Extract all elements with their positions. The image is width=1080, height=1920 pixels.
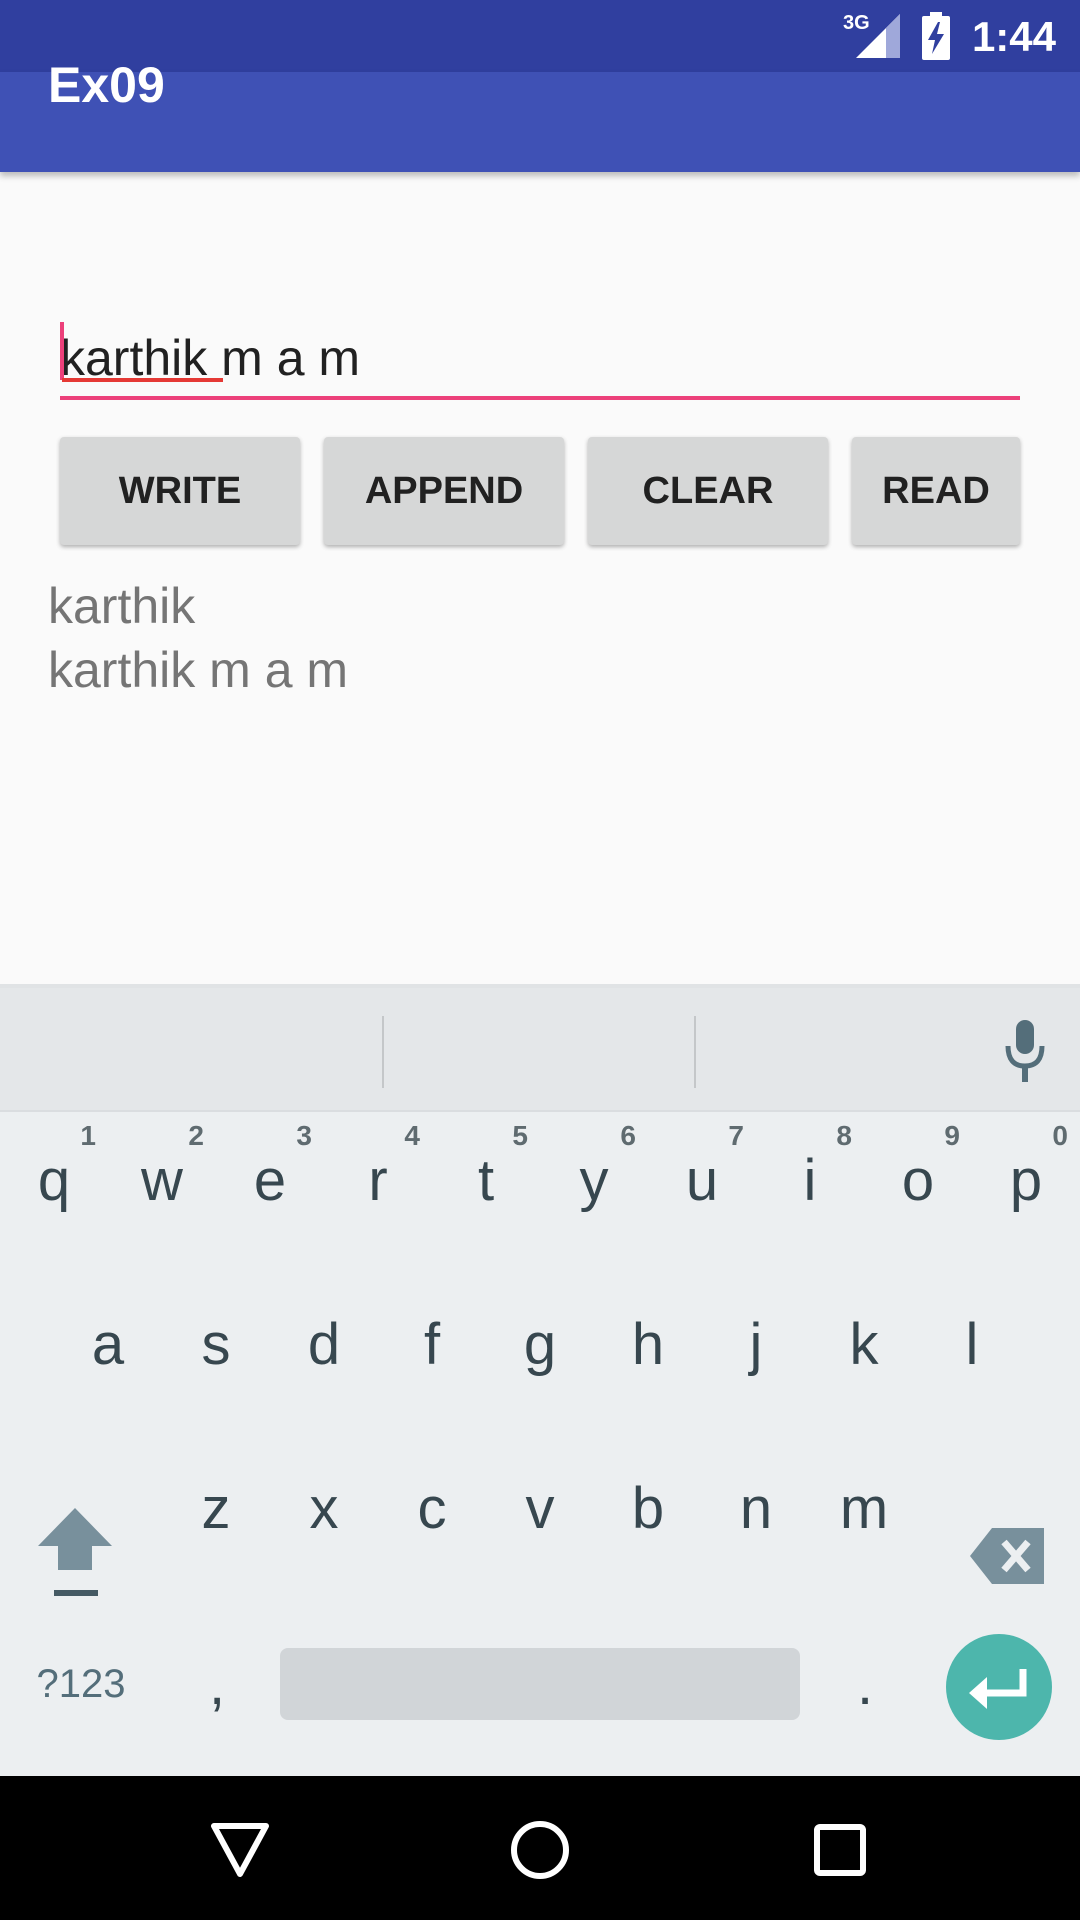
- microphone-icon[interactable]: [1000, 1020, 1050, 1090]
- backspace-key[interactable]: [950, 1484, 1070, 1624]
- key-number-hint: 4: [404, 1120, 420, 1151]
- key-h[interactable]: h: [594, 1274, 702, 1414]
- space-key[interactable]: [280, 1648, 800, 1720]
- key-b[interactable]: b: [594, 1438, 702, 1578]
- key-t[interactable]: t5: [432, 1110, 540, 1250]
- app-title: Ex09: [48, 57, 165, 113]
- home-icon[interactable]: [510, 1820, 570, 1880]
- recents-icon[interactable]: [814, 1824, 866, 1876]
- key-label: t: [477, 1147, 495, 1213]
- key-p[interactable]: p0: [972, 1110, 1080, 1250]
- key-label: a: [91, 1311, 125, 1377]
- key-label: c: [417, 1475, 447, 1541]
- key-s[interactable]: s: [162, 1274, 270, 1414]
- key-e[interactable]: e3: [216, 1110, 324, 1250]
- soft-keyboard: ?123 , . q1w2e3r4t5y6u7i8o9p0asdfghjklzx…: [0, 984, 1080, 1780]
- app-toolbar: Ex09: [0, 60, 1080, 172]
- key-number-hint: 9: [944, 1120, 960, 1151]
- key-z[interactable]: z: [162, 1438, 270, 1578]
- key-v[interactable]: v: [486, 1438, 594, 1578]
- enter-key[interactable]: [946, 1634, 1052, 1740]
- spellcheck-underline: [62, 378, 223, 382]
- backspace-icon: [970, 1528, 1044, 1584]
- key-label: n: [739, 1475, 773, 1541]
- key-k[interactable]: k: [810, 1274, 918, 1414]
- shift-key[interactable]: [20, 1484, 130, 1624]
- key-label: r: [368, 1147, 388, 1213]
- key-c[interactable]: c: [378, 1438, 486, 1578]
- key-number-hint: 5: [512, 1120, 528, 1151]
- key-label: g: [523, 1311, 557, 1377]
- append-button[interactable]: APPEND: [324, 437, 564, 545]
- key-u[interactable]: u7: [648, 1110, 756, 1250]
- enter-icon: [969, 1669, 1027, 1709]
- period-key[interactable]: .: [810, 1614, 920, 1754]
- key-number-hint: 2: [188, 1120, 204, 1151]
- key-g[interactable]: g: [486, 1274, 594, 1414]
- suggestion-strip: [0, 988, 1080, 1112]
- symbols-key[interactable]: ?123: [16, 1614, 146, 1754]
- key-y[interactable]: y6: [540, 1110, 648, 1250]
- key-label: f: [423, 1311, 441, 1377]
- suggestion-divider: [694, 1016, 696, 1088]
- signal-icon: [856, 14, 900, 58]
- key-label: q: [37, 1147, 71, 1213]
- key-label: b: [631, 1475, 665, 1541]
- key-label: k: [849, 1311, 879, 1377]
- key-n[interactable]: n: [702, 1438, 810, 1578]
- key-label: m: [839, 1475, 889, 1541]
- key-f[interactable]: f: [378, 1274, 486, 1414]
- key-number-hint: 8: [836, 1120, 852, 1151]
- key-number-hint: 3: [296, 1120, 312, 1151]
- comma-key[interactable]: ,: [162, 1614, 272, 1754]
- key-label: l: [965, 1311, 979, 1377]
- key-j[interactable]: j: [702, 1274, 810, 1414]
- key-q[interactable]: q1: [0, 1110, 108, 1250]
- key-label: j: [749, 1311, 763, 1377]
- battery-charging-icon: [922, 12, 950, 60]
- navigation-bar: [0, 1776, 1080, 1920]
- key-number-hint: 1: [80, 1120, 96, 1151]
- key-m[interactable]: m: [810, 1438, 918, 1578]
- key-number-hint: 6: [620, 1120, 636, 1151]
- key-l[interactable]: l: [918, 1274, 1026, 1414]
- key-label: x: [309, 1475, 339, 1541]
- key-label: s: [201, 1311, 231, 1377]
- key-i[interactable]: i8: [756, 1110, 864, 1250]
- key-label: e: [253, 1147, 287, 1213]
- key-r[interactable]: r4: [324, 1110, 432, 1250]
- key-label: o: [901, 1147, 935, 1213]
- key-label: h: [631, 1311, 665, 1377]
- key-w[interactable]: w2: [108, 1110, 216, 1250]
- text-input[interactable]: [60, 320, 1020, 400]
- key-label: p: [1009, 1147, 1043, 1213]
- key-label: u: [685, 1147, 719, 1213]
- key-a[interactable]: a: [54, 1274, 162, 1414]
- back-icon[interactable]: [210, 1822, 270, 1878]
- clock: 1:44: [971, 13, 1056, 60]
- suggestion-divider: [382, 1016, 384, 1088]
- key-number-hint: 7: [728, 1120, 744, 1151]
- shift-icon: [38, 1508, 112, 1596]
- key-label: i: [803, 1147, 817, 1213]
- key-label: v: [525, 1475, 555, 1541]
- key-x[interactable]: x: [270, 1438, 378, 1578]
- key-label: w: [141, 1147, 183, 1213]
- key-number-hint: 0: [1052, 1120, 1068, 1151]
- key-d[interactable]: d: [270, 1274, 378, 1414]
- clear-button[interactable]: CLEAR: [588, 437, 828, 545]
- key-label: y: [579, 1147, 609, 1213]
- key-label: d: [307, 1311, 341, 1377]
- read-button[interactable]: READ: [852, 437, 1020, 545]
- key-o[interactable]: o9: [864, 1110, 972, 1250]
- key-label: z: [201, 1475, 231, 1541]
- file-content-text: karthik karthik m a m: [48, 578, 349, 698]
- write-button[interactable]: WRITE: [60, 437, 300, 545]
- text-cursor: [60, 322, 64, 380]
